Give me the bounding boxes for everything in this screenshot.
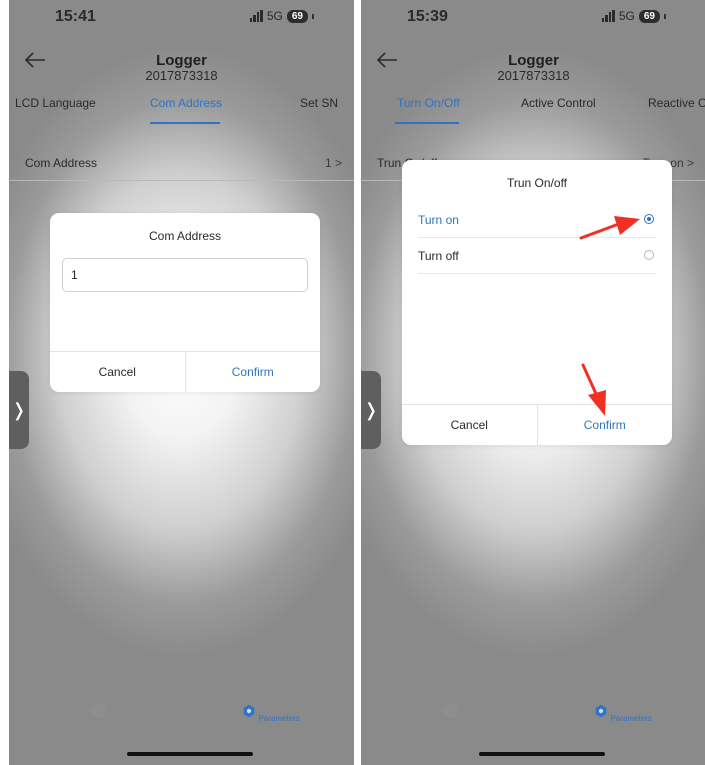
app-header: Logger 2017873318 bbox=[9, 38, 354, 83]
row-label: Com Address bbox=[25, 156, 98, 170]
battery-tip bbox=[312, 13, 314, 19]
option-label: Turn on bbox=[418, 213, 459, 227]
page-title: Logger bbox=[156, 52, 207, 69]
nav-label: Real-time bbox=[81, 721, 117, 730]
status-indicators: 5G 69 bbox=[601, 9, 666, 23]
option-label: Turn off bbox=[418, 249, 459, 263]
dialog-title: Trun On/off bbox=[506, 176, 568, 190]
cancel-button[interactable]: Cancel bbox=[50, 352, 186, 392]
com-address-input[interactable] bbox=[62, 258, 308, 292]
chevron-right-icon: ❭ bbox=[11, 399, 27, 420]
home-indicator bbox=[479, 752, 605, 756]
turn-on-off-dialog: Trun On/off Turn on Turn off Cancel Conf… bbox=[402, 160, 672, 445]
page-title: Logger bbox=[508, 52, 559, 69]
com-address-dialog: Com Address Cancel Confirm bbox=[50, 213, 320, 392]
tab-set-sn[interactable]: Set SN bbox=[300, 96, 338, 110]
tab-com-address[interactable]: Com Address bbox=[150, 96, 222, 110]
confirm-button[interactable]: Confirm bbox=[186, 352, 321, 392]
active-tab-indicator bbox=[150, 122, 220, 124]
cancel-button[interactable]: Cancel bbox=[402, 405, 538, 445]
side-drawer-handle[interactable]: ❭ bbox=[361, 371, 381, 449]
nav-label: Parameters bbox=[610, 714, 652, 723]
device-serial: 2017873318 bbox=[497, 68, 570, 83]
signal-icon bbox=[249, 10, 263, 22]
nav-label: Parameters bbox=[258, 714, 300, 723]
tab-bar: Turn On/Off Active Control Reactive C bbox=[361, 90, 705, 126]
radio-unchecked-icon[interactable] bbox=[644, 250, 654, 260]
chevron-right-icon: ❭ bbox=[363, 399, 379, 420]
status-bar: 15:39 5G 69 bbox=[361, 0, 705, 34]
network-label: 5G bbox=[618, 9, 635, 23]
setting-row-com-address[interactable]: Com Address 1 > bbox=[9, 150, 354, 181]
arrow-annotation-turn-on bbox=[579, 216, 640, 240]
status-time: 15:41 bbox=[55, 8, 96, 25]
home-indicator bbox=[127, 752, 253, 756]
dialog-footer: Cancel Confirm bbox=[50, 351, 320, 392]
row-value: 1 > bbox=[324, 156, 342, 170]
status-indicators: 5G 69 bbox=[249, 9, 314, 23]
status-bar: 15:41 5G 69 bbox=[9, 0, 354, 34]
arrow-annotation-confirm bbox=[581, 363, 606, 416]
side-drawer-handle[interactable]: ❭ bbox=[9, 371, 29, 449]
gauge-icon bbox=[92, 704, 106, 718]
battery-tip bbox=[664, 13, 666, 19]
nav-parameters[interactable]: Parameters bbox=[231, 704, 311, 723]
gear-icon bbox=[595, 704, 607, 718]
tab-lcd-language[interactable]: LCD Language bbox=[15, 96, 96, 110]
gauge-icon bbox=[444, 704, 458, 718]
bottom-nav: Real-time Parameters bbox=[9, 696, 354, 746]
dialog-title: Com Address bbox=[148, 229, 222, 243]
tab-turn-on-off[interactable]: Turn On/Off bbox=[397, 96, 460, 110]
active-tab-indicator bbox=[395, 122, 459, 124]
app-header: Logger 2017873318 bbox=[361, 38, 705, 83]
tab-reactive-control[interactable]: Reactive C bbox=[648, 96, 705, 110]
nav-label: Real-time bbox=[433, 721, 469, 730]
battery-icon: 69 bbox=[286, 9, 308, 23]
battery-icon: 69 bbox=[638, 9, 660, 23]
nav-parameters[interactable]: Parameters bbox=[583, 704, 663, 723]
right-phone-screen: 15:39 5G 69 Logger 2017873318 Turn On/Of… bbox=[361, 0, 705, 765]
signal-icon bbox=[601, 10, 615, 22]
gear-icon bbox=[243, 704, 255, 718]
device-serial: 2017873318 bbox=[145, 68, 218, 83]
network-label: 5G bbox=[266, 9, 283, 23]
nav-real-time[interactable]: Real-time bbox=[59, 704, 139, 730]
status-time: 15:39 bbox=[407, 8, 448, 25]
bottom-nav: Real-time Parameters bbox=[361, 696, 705, 746]
tab-active-control[interactable]: Active Control bbox=[521, 96, 596, 110]
left-phone-screen: 15:41 5G 69 Logger 2017873318 LCD Langua… bbox=[9, 0, 354, 765]
dialog-footer: Cancel Confirm bbox=[402, 404, 672, 445]
nav-real-time[interactable]: Real-time bbox=[411, 704, 491, 730]
tab-bar: LCD Language Com Address Set SN bbox=[9, 90, 354, 126]
